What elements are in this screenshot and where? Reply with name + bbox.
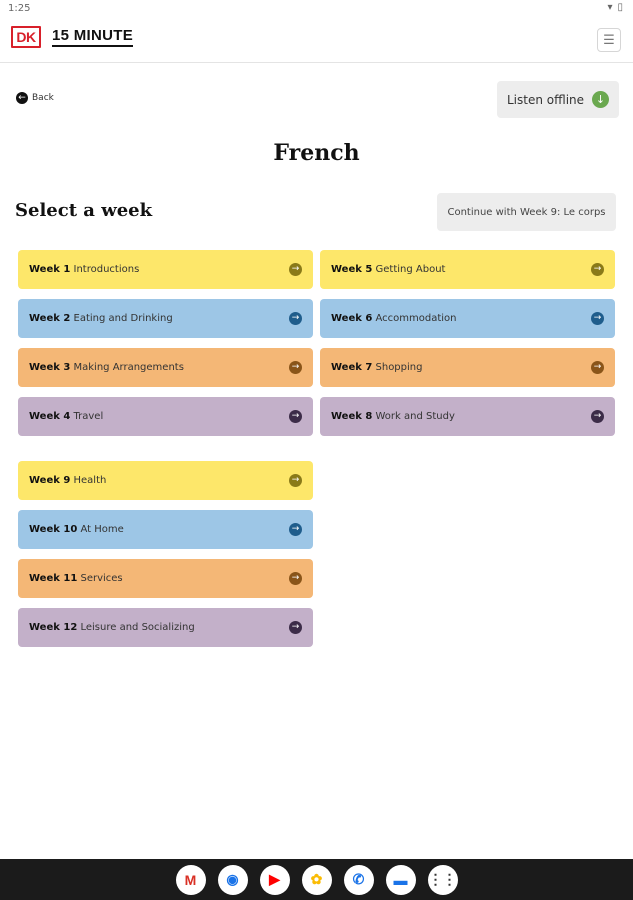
week-number: Week 4 bbox=[29, 411, 71, 422]
week-card-3[interactable]: Week 3 Making Arrangements → bbox=[18, 348, 313, 387]
week-label: Week 2 Eating and Drinking bbox=[29, 313, 173, 324]
week-name: Eating and Drinking bbox=[70, 313, 173, 324]
week-card-2[interactable]: Week 2 Eating and Drinking → bbox=[18, 299, 313, 338]
back-arrow-icon: ← bbox=[16, 92, 28, 104]
week-label: Week 1 Introductions bbox=[29, 264, 139, 275]
week-label: Week 6 Accommodation bbox=[331, 313, 457, 324]
week-number: Week 12 bbox=[29, 622, 78, 633]
week-name: Services bbox=[77, 573, 123, 584]
hamburger-menu-icon: ☰ bbox=[603, 32, 615, 48]
arrow-right-icon: → bbox=[289, 263, 302, 276]
week-name: At Home bbox=[77, 524, 124, 535]
week-name: Leisure and Socializing bbox=[77, 622, 195, 633]
arrow-right-icon: → bbox=[591, 361, 604, 374]
week-label: Week 8 Work and Study bbox=[331, 411, 455, 422]
week-number: Week 10 bbox=[29, 524, 78, 535]
week-number: Week 9 bbox=[29, 475, 71, 486]
menu-button[interactable]: ☰ bbox=[597, 28, 621, 52]
dk-logo[interactable]: DK bbox=[11, 26, 41, 48]
youtube-icon[interactable]: ▶ bbox=[259, 864, 290, 895]
week-number: Week 11 bbox=[29, 573, 78, 584]
continue-button[interactable]: Continue with Week 9: Le corps bbox=[437, 193, 616, 231]
back-button[interactable]: ← Back bbox=[16, 92, 54, 104]
back-label: Back bbox=[32, 93, 54, 103]
status-bar: 1:25 ▾ ▯ bbox=[0, 0, 633, 18]
week-label: Week 5 Getting About bbox=[331, 264, 445, 275]
wifi-icon: ▾ bbox=[607, 2, 613, 13]
arrow-right-icon: → bbox=[591, 263, 604, 276]
photos-icon[interactable]: ✿ bbox=[301, 864, 332, 895]
status-time: 1:25 bbox=[8, 3, 31, 14]
battery-icon: ▯ bbox=[617, 2, 623, 13]
week-card-7[interactable]: Week 7 Shopping → bbox=[320, 348, 615, 387]
week-name: Making Arrangements bbox=[70, 362, 184, 373]
week-card-1[interactable]: Week 1 Introductions → bbox=[18, 250, 313, 289]
week-number: Week 7 bbox=[331, 362, 373, 373]
week-label: Week 9 Health bbox=[29, 475, 106, 486]
arrow-right-icon: → bbox=[289, 361, 302, 374]
chrome-icon[interactable]: ◉ bbox=[217, 864, 248, 895]
arrow-right-icon: → bbox=[289, 523, 302, 536]
section-title: Select a week bbox=[15, 200, 153, 221]
week-card-8[interactable]: Week 8 Work and Study → bbox=[320, 397, 615, 436]
week-number: Week 2 bbox=[29, 313, 71, 324]
messages-icon[interactable]: ▬ bbox=[385, 864, 416, 895]
arrow-right-icon: → bbox=[591, 312, 604, 325]
page-title: French bbox=[273, 140, 360, 166]
download-icon: ↓ bbox=[592, 91, 610, 108]
phone-icon[interactable]: ✆ bbox=[343, 864, 374, 895]
week-name: Accommodation bbox=[372, 313, 457, 324]
week-card-6[interactable]: Week 6 Accommodation → bbox=[320, 299, 615, 338]
week-number: Week 5 bbox=[331, 264, 373, 275]
week-number: Week 8 bbox=[331, 411, 373, 422]
week-label: Week 12 Leisure and Socializing bbox=[29, 622, 195, 633]
week-card-12[interactable]: Week 12 Leisure and Socializing → bbox=[18, 608, 313, 647]
week-label: Week 3 Making Arrangements bbox=[29, 362, 184, 373]
fifteen-minute-logo: 15 MINUTE bbox=[52, 28, 134, 47]
arrow-right-icon: → bbox=[289, 621, 302, 634]
week-name: Health bbox=[70, 475, 107, 486]
week-card-4[interactable]: Week 4 Travel → bbox=[18, 397, 313, 436]
week-label: Week 7 Shopping bbox=[331, 362, 422, 373]
android-dock: M ◉ ▶ ✿ ✆ ▬ ⋮⋮ bbox=[0, 859, 633, 900]
week-number: Week 1 bbox=[29, 264, 71, 275]
app-header: DK 15 MINUTE ☰ bbox=[0, 18, 633, 63]
listen-offline-label: Listen offline bbox=[506, 92, 585, 107]
status-icons: ▾ ▯ bbox=[607, 2, 623, 13]
week-card-5[interactable]: Week 5 Getting About → bbox=[320, 250, 615, 289]
arrow-right-icon: → bbox=[289, 410, 302, 423]
gmail-icon[interactable]: M bbox=[175, 864, 206, 895]
week-name: Work and Study bbox=[372, 411, 455, 422]
week-name: Travel bbox=[70, 411, 104, 422]
week-card-11[interactable]: Week 11 Services → bbox=[18, 559, 313, 598]
week-label: Week 10 At Home bbox=[29, 524, 124, 535]
week-number: Week 6 bbox=[331, 313, 373, 324]
arrow-right-icon: → bbox=[591, 410, 604, 423]
arrow-right-icon: → bbox=[289, 474, 302, 487]
week-label: Week 4 Travel bbox=[29, 411, 103, 422]
arrow-right-icon: → bbox=[289, 572, 302, 585]
app-drawer-icon[interactable]: ⋮⋮ bbox=[427, 864, 458, 895]
week-label: Week 11 Services bbox=[29, 573, 123, 584]
listen-offline-button[interactable]: Listen offline ↓ bbox=[497, 81, 619, 118]
week-card-9[interactable]: Week 9 Health → bbox=[18, 461, 313, 500]
week-number: Week 3 bbox=[29, 362, 71, 373]
week-name: Introductions bbox=[70, 264, 140, 275]
week-card-10[interactable]: Week 10 At Home → bbox=[18, 510, 313, 549]
arrow-right-icon: → bbox=[289, 312, 302, 325]
week-name: Getting About bbox=[372, 264, 446, 275]
week-name: Shopping bbox=[372, 362, 423, 373]
